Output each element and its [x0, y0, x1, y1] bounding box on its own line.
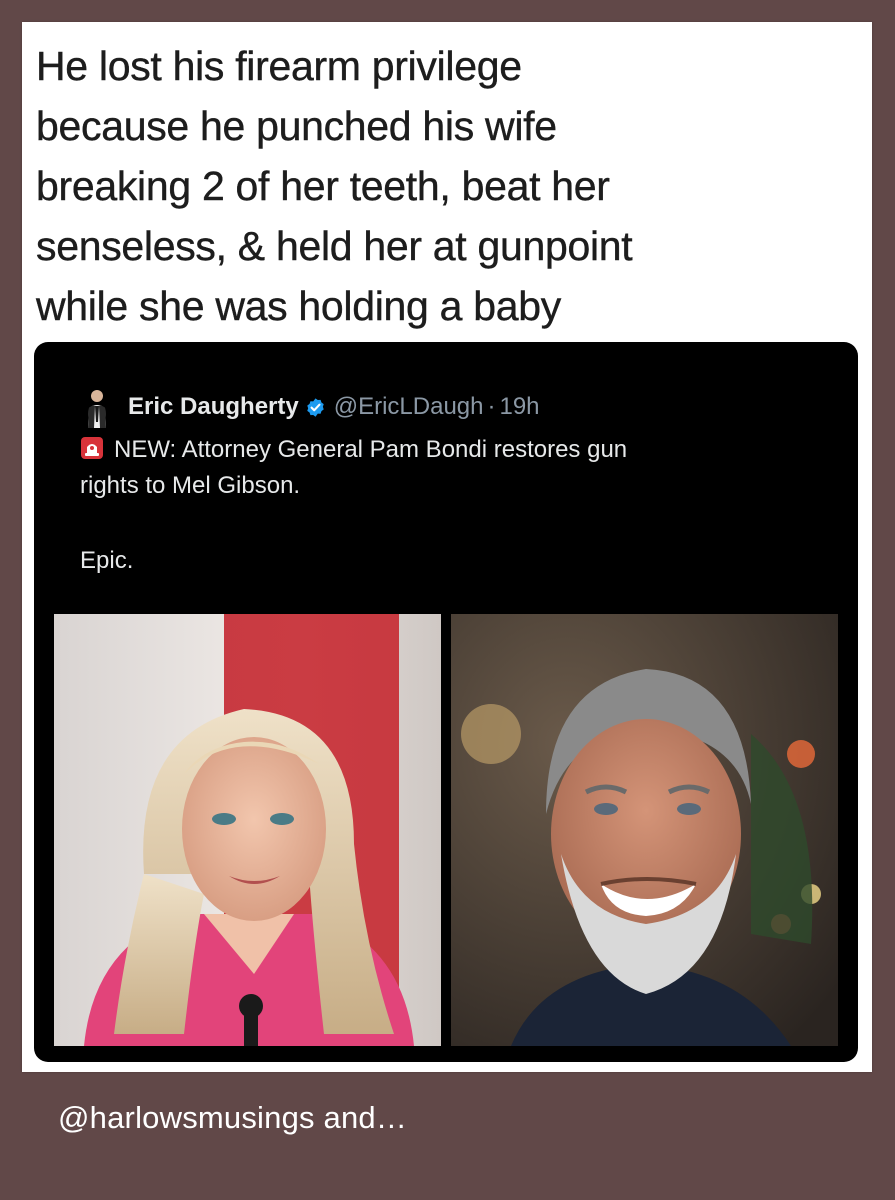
caption-line: while she was holding a baby	[36, 283, 562, 329]
meme-card: He lost his firearm privilege because he…	[22, 22, 872, 1072]
meme-caption: He lost his firearm privilege because he…	[36, 36, 856, 336]
man-grey-beard-smiling-photo[interactable]	[451, 614, 838, 1046]
woman-blonde-pink-blazer-photo[interactable]	[54, 614, 441, 1046]
tweet-text: NEW: Attorney General Pam Bondi restores…	[80, 432, 840, 504]
tweet-text-epic: Epic.	[80, 547, 134, 574]
siren-emoji-icon	[81, 437, 103, 459]
author-handle[interactable]: @EricLDaugh	[334, 393, 484, 421]
caption-line: He lost his firearm privilege	[36, 43, 522, 89]
verified-badge-icon	[306, 397, 324, 417]
embedded-tweet[interactable]: Eric Daugherty @EricLDaugh · 19h NEW: At…	[34, 342, 858, 1062]
caption-line: because he punched his wife	[36, 103, 557, 149]
tweet-text-line-1: NEW: Attorney General Pam Bondi restores…	[114, 436, 628, 463]
caption-line: senseless, & held her at gunpoint	[36, 223, 633, 269]
tweet-photos	[54, 614, 838, 1046]
separator-dot: ·	[487, 393, 496, 420]
tweet-header: Eric Daugherty @EricLDaugh · 19h	[92, 387, 540, 427]
tweet-text-line-2: rights to Mel Gibson.	[80, 472, 301, 499]
tweet-text-line: NEW: Attorney General Pam Bondi restores…	[80, 432, 840, 468]
tweet-timestamp[interactable]: 19h	[499, 393, 539, 421]
author-name[interactable]: Eric Daugherty	[128, 393, 299, 421]
credit-text[interactable]: @harlowsmusings and…	[58, 1100, 407, 1136]
caption-line: breaking 2 of her teeth, beat her	[36, 163, 610, 209]
